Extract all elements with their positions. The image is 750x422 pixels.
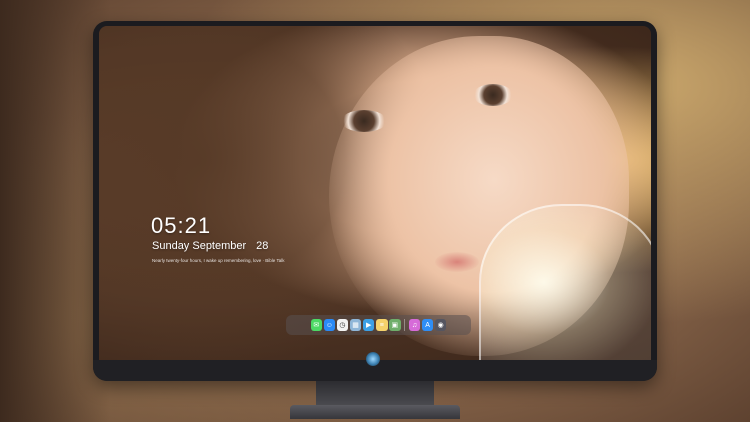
lock-date: Sunday September 28 <box>152 240 268 252</box>
dock: ✉ ☺ ◷ ▦ ▶ ≡ ▣ ♫ A ◉ <box>286 315 471 335</box>
preview-icon[interactable]: ▦ <box>349 319 362 331</box>
notes-icon[interactable]: ≡ <box>376 319 388 331</box>
lock-screen: 05:21 Sunday September 28 Nearly twenty-f… <box>99 26 651 360</box>
lock-clock: 05:21 <box>151 213 212 238</box>
dock-separator <box>404 319 406 331</box>
lock-quote: Nearly twenty-four hours, I wake up reme… <box>152 258 285 263</box>
lock-day: 28 <box>256 240 269 252</box>
clapper-icon[interactable]: ▶ <box>362 319 375 331</box>
clock-icon[interactable]: ◷ <box>336 319 349 331</box>
monitor-stand-neck <box>316 381 434 405</box>
photo-icon[interactable]: ▣ <box>389 319 401 331</box>
brand-logo-icon <box>366 352 380 366</box>
monitor-stand-base <box>290 405 460 419</box>
wallpaper-glass <box>479 204 651 360</box>
music-icon[interactable]: ♫ <box>408 319 421 331</box>
wallpaper-eye-right <box>473 84 513 106</box>
appstore-icon[interactable]: A <box>421 319 434 331</box>
monitor: 05:21 Sunday September 28 Nearly twenty-f… <box>93 21 657 381</box>
messages-icon[interactable]: ✉ <box>310 319 323 331</box>
lock-weekday-month: Sunday September <box>152 240 247 252</box>
wallpaper-lips <box>435 252 479 272</box>
finder-icon[interactable]: ☺ <box>323 319 336 331</box>
wallpaper-eye-left <box>341 110 387 132</box>
camera-icon[interactable]: ◉ <box>434 319 447 331</box>
